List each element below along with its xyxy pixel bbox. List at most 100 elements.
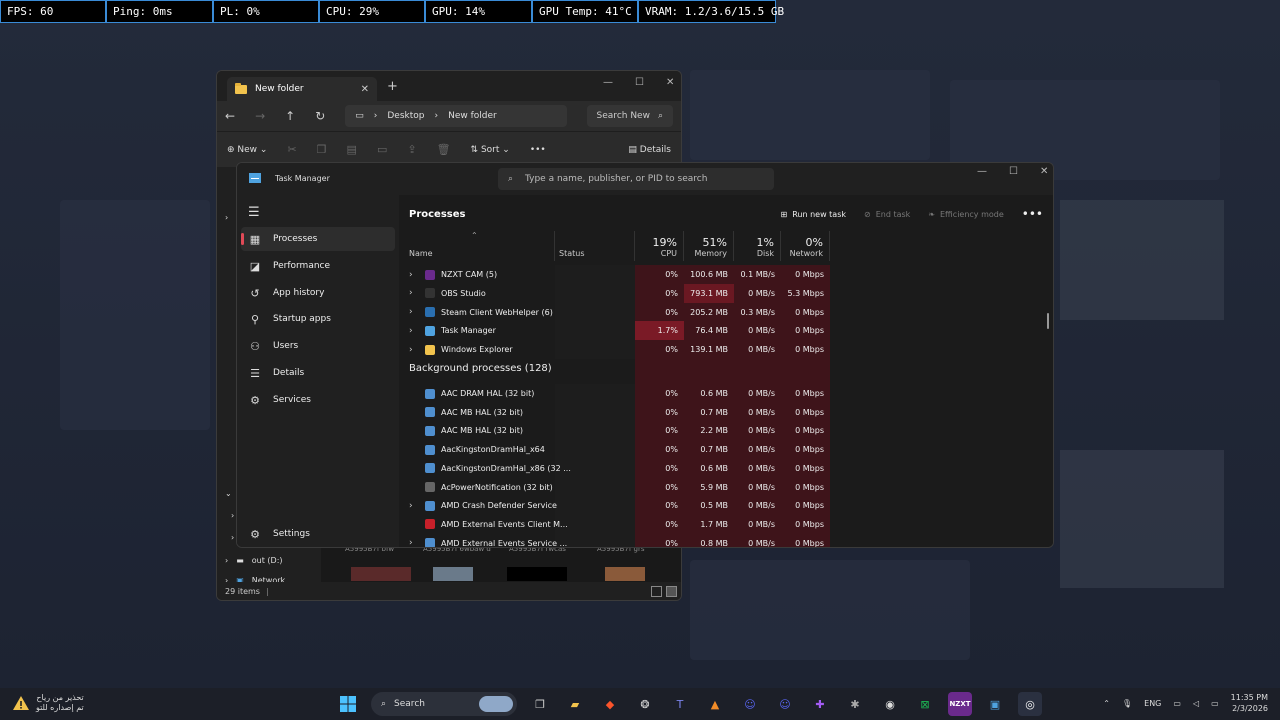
process-row[interactable]: AAC DRAM HAL (32 bit) 0% 0.6 MB 0 MB/s 0 Mbp… xyxy=(399,384,830,403)
discord-icon[interactable]: ☺ xyxy=(738,692,762,716)
nav-settings[interactable]: ⚙ Settings xyxy=(241,522,395,546)
more-options-icon[interactable]: ••• xyxy=(530,145,546,155)
nav-performance[interactable]: ◪ Performance xyxy=(241,254,395,278)
column-header-name[interactable]: ⌃ Name xyxy=(399,231,555,261)
network-wifi-icon[interactable]: ▭ xyxy=(1173,699,1181,708)
process-row[interactable]: › AMD Crash Defender Service 0% 0.5 MB 0 MB/… xyxy=(399,496,830,516)
column-header-cpu[interactable]: 19% CPU xyxy=(635,231,684,261)
maximize-icon[interactable]: ☐ xyxy=(1009,166,1018,177)
file-thumbnail[interactable] xyxy=(605,567,645,581)
nav-collapse-chevron[interactable]: ⌄ xyxy=(225,489,232,498)
breadcrumb-new-folder[interactable]: New folder xyxy=(448,111,497,121)
microphone-icon[interactable]: 🎙 xyxy=(1122,699,1132,708)
nav-expand-chevron[interactable]: › xyxy=(231,533,234,542)
discord-ptb-icon[interactable]: ☺ xyxy=(773,692,797,716)
back-arrow-icon[interactable]: ← xyxy=(225,109,235,123)
process-row[interactable]: AcPowerNotification (32 bit) 0% 5.9 MB 0 MB… xyxy=(399,477,830,497)
expand-chevron-icon[interactable]: › xyxy=(409,501,419,511)
process-row[interactable]: › OBS Studio 0% 793.1 MB 0 MB/s 5.3 Mbps xyxy=(399,283,830,303)
paste-icon[interactable]: ▤ xyxy=(347,143,357,156)
refresh-icon[interactable]: ↻ xyxy=(315,109,325,123)
task-view-icon[interactable]: ❐ xyxy=(528,692,552,716)
nav-users[interactable]: ⚇ Users xyxy=(241,334,395,358)
explorer-search-input[interactable]: Search New ⌕ xyxy=(586,105,673,127)
explorer-tab[interactable]: New folder ✕ xyxy=(227,77,377,101)
process-search-input[interactable]: ⌕ Type a name, publisher, or PID to sear… xyxy=(498,168,774,190)
column-header-memory[interactable]: 51% Memory xyxy=(684,231,734,261)
process-row[interactable]: › AMD External Events Service ... 0% 0.8 MB… xyxy=(399,533,830,547)
app-gear-icon[interactable]: ✱ xyxy=(843,692,867,716)
file-thumbnail[interactable] xyxy=(351,567,411,581)
efficiency-mode-button[interactable]: ❧ Efficiency mode xyxy=(928,210,1003,219)
nav-processes[interactable]: ▦ Processes xyxy=(241,227,395,251)
steam-icon[interactable]: ◎ xyxy=(1018,692,1042,716)
breadcrumb-desktop[interactable]: Desktop xyxy=(387,111,424,121)
language-indicator[interactable]: ENG xyxy=(1144,699,1161,708)
taskbar-search[interactable]: ⌕ Search xyxy=(371,692,517,716)
weather-widget[interactable]: تحذير من رياح تم إصداره للتو xyxy=(12,693,84,713)
process-list-scrollbar[interactable] xyxy=(1047,313,1049,329)
share-icon[interactable]: ⇪ xyxy=(407,143,416,156)
process-row[interactable]: › Steam Client WebHelper (6) 0% 205.2 MB 0.3… xyxy=(399,302,830,322)
new-button[interactable]: ⊕ New ⌄ xyxy=(227,145,267,155)
minimize-icon[interactable]: — xyxy=(977,166,987,177)
new-tab-button[interactable]: + xyxy=(387,79,398,94)
start-button[interactable] xyxy=(336,692,360,716)
hamburger-menu-icon[interactable]: ☰ xyxy=(248,205,260,220)
expand-chevron-icon[interactable]: › xyxy=(409,288,419,298)
process-row[interactable]: AacKingstonDramHal_x64 0% 0.7 MB 0 MB/s 0 Mb… xyxy=(399,440,830,460)
process-row[interactable]: AacKingstonDramHal_x86 (32 ... 0% 0.6 MB 0 … xyxy=(399,458,830,478)
expand-chevron-icon[interactable]: › xyxy=(409,538,419,547)
brave-browser-icon[interactable]: ◆ xyxy=(598,692,622,716)
expand-chevron-icon[interactable]: › xyxy=(409,345,419,355)
task-manager-icon[interactable]: ▣ xyxy=(983,692,1007,716)
expand-chevron-icon[interactable]: › xyxy=(409,307,419,317)
nav-startup-apps[interactable]: ⚲ Startup apps xyxy=(241,307,395,331)
nav-item-drive-d[interactable]: › ▬ out (D:) xyxy=(225,556,283,565)
file-thumbnail[interactable] xyxy=(433,567,473,581)
close-icon[interactable]: ✕ xyxy=(1040,166,1048,177)
process-row[interactable]: AAC MB HAL (32 bit) 0% 0.7 MB 0 MB/s 0 Mbps xyxy=(399,402,830,422)
nzxt-cam-icon[interactable]: NZXT xyxy=(948,692,972,716)
forward-arrow-icon[interactable]: → xyxy=(255,109,265,123)
nav-services[interactable]: ⚙ Services xyxy=(241,388,395,412)
process-row[interactable]: AAC MB HAL (32 bit) 0% 2.2 MB 0 MB/s 0 Mbps xyxy=(399,421,830,441)
gamepad-icon[interactable]: ✚ xyxy=(808,692,832,716)
nav-expand-chevron[interactable]: › xyxy=(231,511,234,520)
chevron-up-icon[interactable]: ⌃ xyxy=(1103,699,1110,708)
expand-chevron-icon[interactable]: › xyxy=(409,326,419,336)
chatgpt-icon[interactable]: ❂ xyxy=(633,692,657,716)
nav-app-history[interactable]: ↺ App history xyxy=(241,281,395,305)
maximize-icon[interactable]: ☐ xyxy=(635,77,644,88)
tiles-view-icon[interactable] xyxy=(666,586,677,597)
file-explorer-icon[interactable]: ▰ xyxy=(563,692,587,716)
column-header-status[interactable]: Status xyxy=(555,231,635,261)
volume-icon[interactable]: ◁ xyxy=(1193,699,1199,708)
close-icon[interactable]: ✕ xyxy=(666,77,674,88)
column-header-disk[interactable]: 1% Disk xyxy=(734,231,781,261)
expand-chevron-icon[interactable]: › xyxy=(409,270,419,280)
app-orange-icon[interactable]: ▲ xyxy=(703,692,727,716)
details-button[interactable]: ▤ Details xyxy=(628,145,671,155)
process-row[interactable]: › Task Manager 1.7% 76.4 MB 0 MB/s 0 Mbps xyxy=(399,321,830,341)
process-row[interactable]: › NZXT CAM (5) 0% 100.6 MB 0.1 MB/s 0 Mbps xyxy=(399,265,830,284)
nav-expand-chevron[interactable]: › xyxy=(225,213,228,222)
teams-icon[interactable]: T xyxy=(668,692,692,716)
close-tab-icon[interactable]: ✕ xyxy=(361,84,369,95)
cut-icon[interactable]: ✂ xyxy=(287,143,296,156)
column-header-network[interactable]: 0% Network xyxy=(781,231,830,261)
delete-icon[interactable]: 🗑 xyxy=(437,143,451,156)
clock[interactable]: 11:35 PM 2/3/2026 xyxy=(1231,692,1268,714)
rename-icon[interactable]: ▭ xyxy=(377,143,387,156)
xbox-icon[interactable]: ⊠ xyxy=(913,692,937,716)
nav-details[interactable]: ☰ Details xyxy=(241,361,395,385)
process-row[interactable]: AMD External Events Client M... 0% 1.7 MB 0… xyxy=(399,514,830,534)
end-task-button[interactable]: ⊘ End task xyxy=(864,210,910,219)
sort-button[interactable]: ⇅ Sort ⌄ xyxy=(471,145,510,155)
file-thumbnail[interactable] xyxy=(507,567,567,581)
details-view-icon[interactable] xyxy=(651,586,662,597)
battery-icon[interactable]: ▭ xyxy=(1211,699,1219,708)
run-new-task-button[interactable]: ⊞ Run new task xyxy=(780,210,846,219)
epic-games-icon[interactable]: ◉ xyxy=(878,692,902,716)
process-row[interactable]: › Windows Explorer 0% 139.1 MB 0 MB/s 0 Mbps xyxy=(399,340,830,360)
